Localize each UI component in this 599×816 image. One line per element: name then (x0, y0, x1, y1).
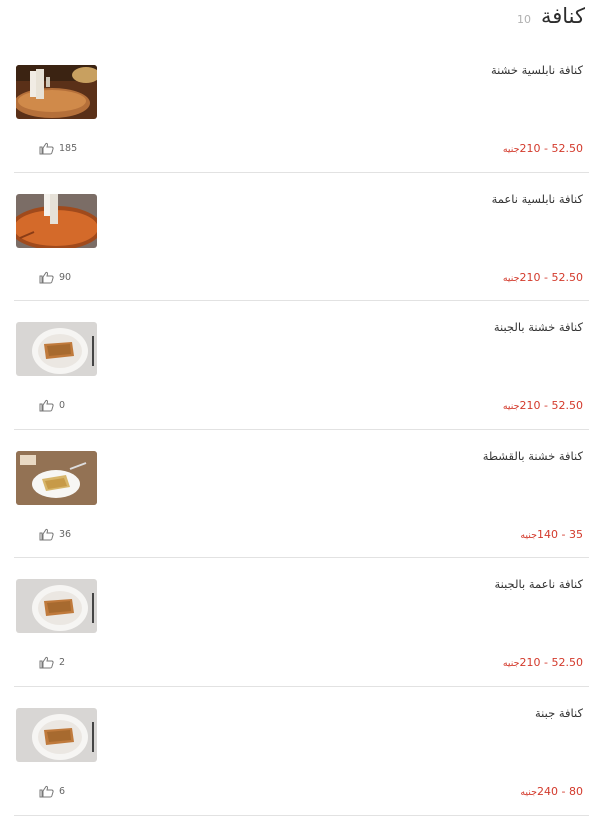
product-name[interactable]: كنافة خشنة بالقشطة (483, 449, 583, 463)
page-title: كنافة (540, 4, 585, 28)
list-item[interactable]: كنافة خشنة بالجبنة 52.50 - 210جنيه 0 (14, 301, 589, 430)
product-price: 52.50 - 210جنيه (503, 399, 583, 412)
list-item[interactable]: كنافة ناعمة بالجبنة 52.50 - 210جنيه 2 (14, 558, 589, 687)
product-list: كنافة نابلسية خشنة 52.50 - 210جنيه 185 ك… (14, 44, 589, 816)
price-unit: جنيه (502, 272, 520, 284)
likes-counter[interactable]: 90 (38, 271, 71, 284)
price-unit: جنيه (502, 401, 520, 413)
page-header: كنافة 10 (517, 4, 585, 28)
item-count: 10 (516, 13, 531, 26)
price-range: 52.50 - 210 (519, 142, 583, 155)
product-price: 52.50 - 210جنيه (503, 656, 583, 669)
product-name[interactable]: كنافة خشنة بالجبنة (494, 320, 583, 334)
likes-count: 90 (59, 271, 72, 283)
price-range: 35 - 140 (537, 527, 583, 541)
likes-counter[interactable]: 185 (38, 142, 77, 155)
likes-counter[interactable]: 36 (38, 528, 71, 541)
price-range: 52.50 - 210 (519, 399, 583, 413)
price-unit: جنيه (520, 786, 538, 798)
likes-count: 6 (59, 785, 66, 797)
price-range: 80 - 240 (537, 784, 583, 798)
product-name[interactable]: كنافة نابلسية خشنة (491, 63, 583, 77)
thumbs-up-icon (39, 785, 54, 798)
product-image[interactable] (16, 707, 97, 762)
product-price: 52.50 - 210جنيه (503, 271, 583, 284)
thumbs-up-icon (39, 528, 54, 541)
list-item[interactable]: كنافة نابلسية ناعمة 52.50 - 210جنيه 90 (14, 173, 589, 302)
likes-counter[interactable]: 6 (38, 785, 65, 798)
product-name[interactable]: كنافة نابلسية ناعمة (492, 192, 583, 206)
product-price: 35 - 140جنيه (520, 528, 583, 541)
thumbs-up-icon (39, 142, 54, 155)
product-price: 80 - 240جنيه (520, 785, 583, 798)
list-item[interactable]: كنافة خشنة بالقشطة 35 - 140جنيه 36 (14, 430, 589, 559)
product-price: 52.50 - 210جنيه (503, 142, 583, 155)
price-unit: جنيه (502, 144, 520, 155)
likes-count: 2 (59, 657, 66, 669)
likes-count: 185 (59, 143, 78, 154)
product-image[interactable] (16, 322, 97, 377)
likes-count: 0 (59, 400, 66, 412)
product-name[interactable]: كنافة ناعمة بالجبنة (494, 577, 583, 591)
product-image[interactable] (16, 193, 97, 248)
list-item[interactable]: كنافة جبنة 80 - 240جنيه 6 (14, 687, 589, 816)
thumbs-up-icon (39, 271, 54, 284)
price-unit: جنيه (520, 529, 538, 541)
thumbs-up-icon (39, 400, 54, 412)
likes-counter[interactable]: 2 (38, 656, 65, 669)
thumbs-up-icon (39, 657, 54, 669)
product-image[interactable] (16, 450, 97, 505)
price-range: 52.50 - 210 (519, 656, 583, 670)
list-item[interactable]: كنافة نابلسية خشنة 52.50 - 210جنيه 185 (14, 44, 589, 173)
product-image[interactable] (16, 579, 97, 634)
product-name[interactable]: كنافة جبنة (535, 706, 583, 720)
price-unit: جنيه (502, 658, 520, 670)
likes-count: 36 (59, 528, 72, 540)
product-image[interactable] (16, 65, 97, 119)
likes-counter[interactable]: 0 (38, 399, 65, 412)
price-range: 52.50 - 210 (519, 270, 583, 284)
